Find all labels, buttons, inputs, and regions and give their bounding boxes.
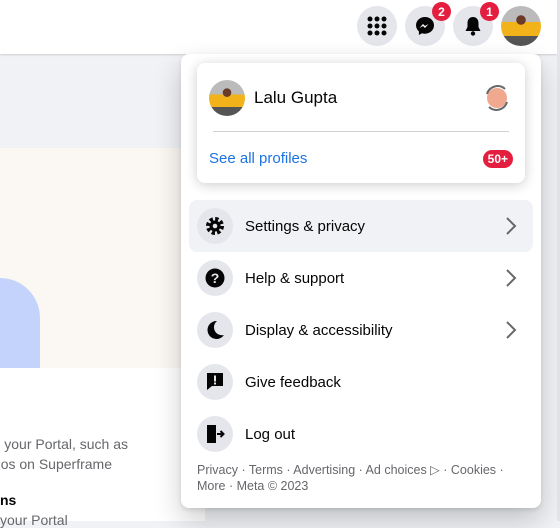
profiles-count-badge: 50+ [482,150,513,168]
profile-avatar[interactable] [209,80,245,116]
moon-icon [207,320,224,339]
menu-item-label: Settings & privacy [245,217,366,235]
chevron-right-icon [506,217,517,235]
menu-item-log-out[interactable]: Log out [189,408,533,460]
card-text: os on Superframe [0,456,112,472]
footer-links: Privacy · Terms · Advertising · Ad choic… [197,462,527,494]
bell-icon [465,17,481,36]
card-text: your Portal, such as [4,436,128,452]
logout-icon [207,425,225,443]
top-bar: 2 1 [0,0,557,54]
profile-name[interactable]: Lalu Gupta [254,88,337,108]
feedback-icon [207,373,223,390]
menu-button[interactable] [357,6,397,46]
see-all-profiles-link[interactable]: See all profiles [209,150,307,167]
footer-line[interactable]: Privacy · Terms · Advertising · Ad choic… [197,462,527,478]
messenger-button[interactable]: 2 [405,2,451,46]
menu-item-settings-privacy[interactable]: Settings & privacy [189,200,533,252]
card-text: your Portal [0,512,68,528]
content-card: your Portal, such as os on Superframe ns… [0,148,205,528]
notifications-badge: 1 [480,2,499,21]
menu-item-display-accessibility[interactable]: Display & accessibility [189,304,533,356]
chevron-right-icon [506,269,517,287]
menu-item-label: Log out [245,425,296,443]
chevron-right-icon [506,321,517,339]
menu-item-give-feedback[interactable]: Give feedback [189,356,533,408]
menu-item-label: Display & accessibility [245,321,393,339]
switch-profile-icon[interactable] [481,82,513,114]
profile-card: Lalu Gupta See all profiles 50+ [197,63,525,183]
notifications-button[interactable]: 1 [453,2,499,46]
account-menu: Lalu Gupta See all profiles 50+ Settings… [181,54,541,508]
menu-item-label: Give feedback [245,373,341,391]
menu-item-label: Help & support [245,269,345,287]
menu-item-help-support[interactable]: ? Help & support [189,252,533,304]
card-heading: ns [0,492,17,508]
messenger-icon [416,17,434,35]
question-icon: ? [205,268,225,288]
messenger-badge: 2 [432,2,451,21]
svg-text:?: ? [211,270,220,286]
footer-line[interactable]: More · Meta © 2023 [197,478,527,494]
divider [213,131,509,132]
grid-icon [367,16,387,36]
account-avatar-button[interactable] [501,6,541,46]
card-image [0,148,205,368]
gear-icon [206,217,224,235]
